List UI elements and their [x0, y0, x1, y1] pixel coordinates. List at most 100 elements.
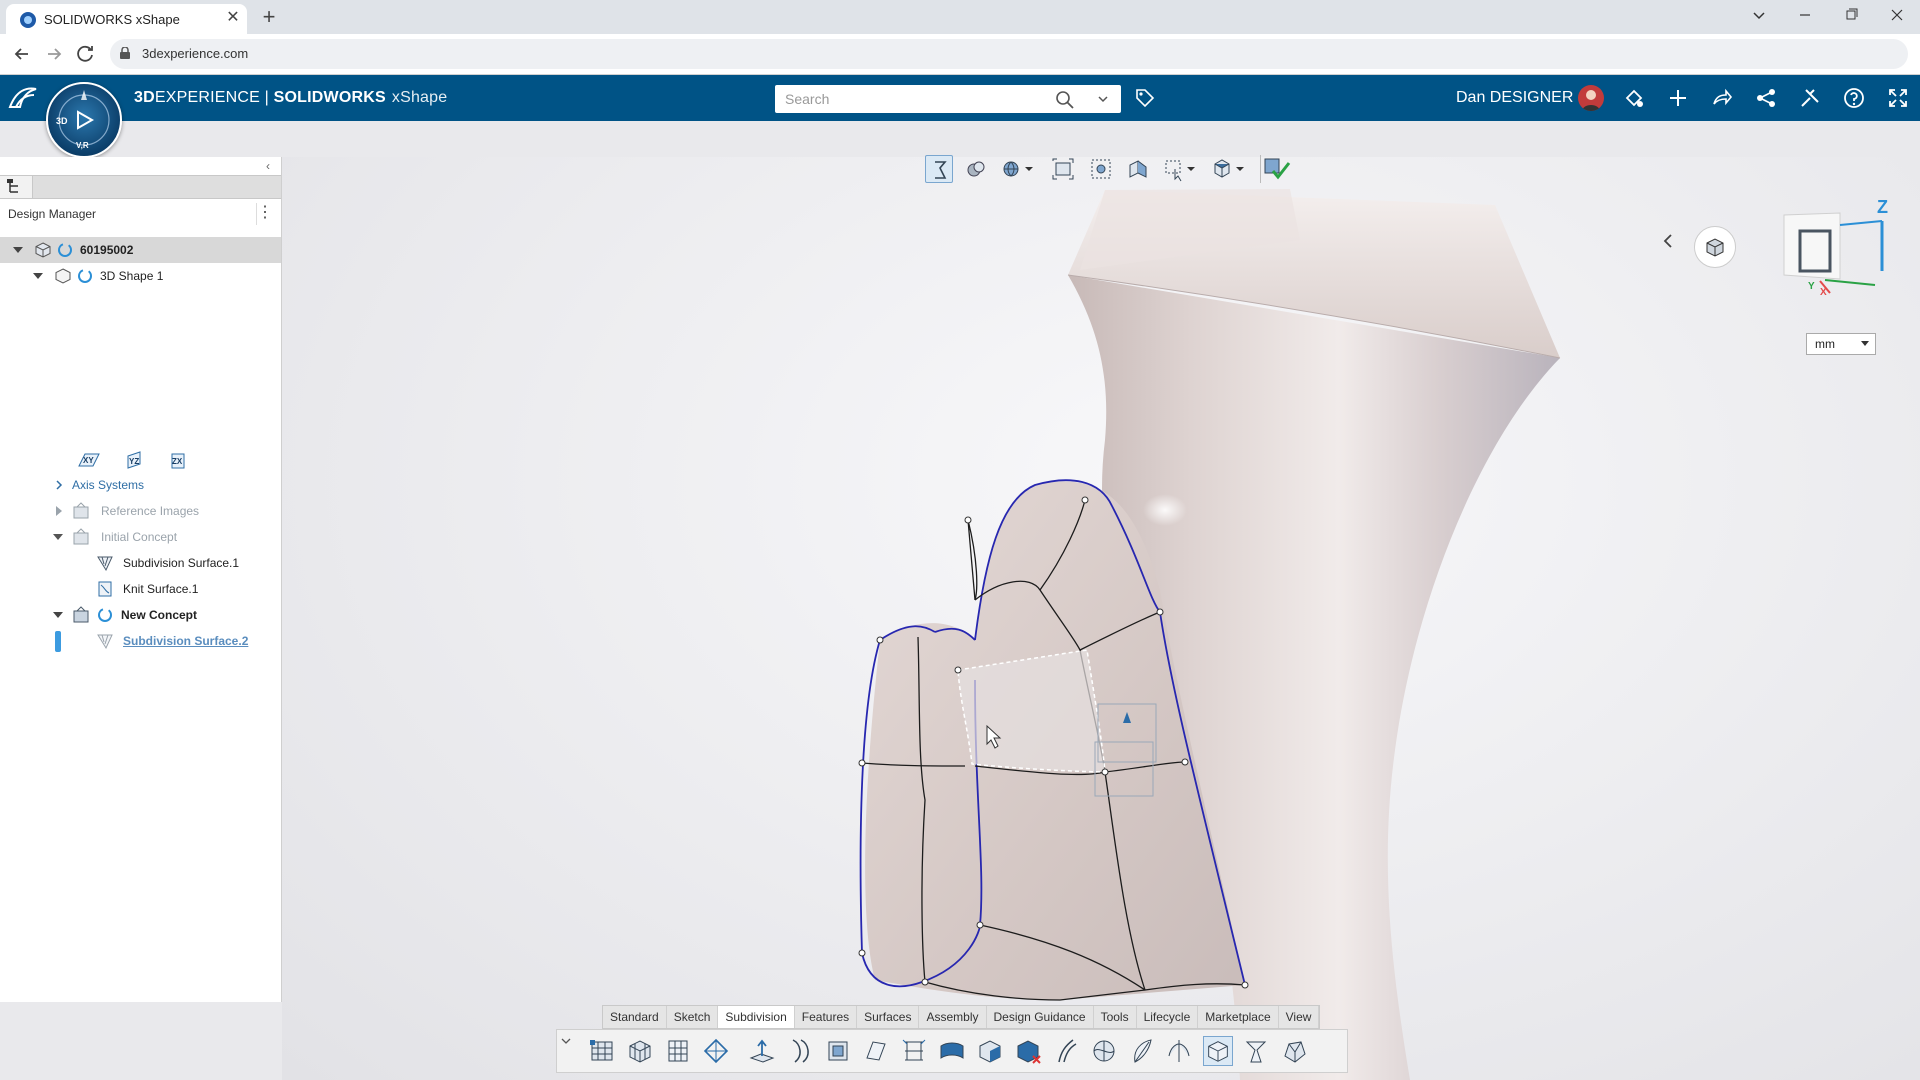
minimize-icon[interactable]	[1782, 2, 1828, 28]
compass-widget[interactable]: 3D V,R	[46, 82, 122, 158]
units-dropdown[interactable]: mm	[1806, 333, 1876, 355]
chevron-down-icon[interactable]	[1097, 93, 1109, 105]
zoom-area-button[interactable]	[1087, 155, 1115, 183]
tools-icon[interactable]	[1798, 86, 1822, 110]
expand-arrow-icon[interactable]	[53, 532, 63, 542]
user-name[interactable]: Dan DESIGNER	[1456, 89, 1573, 107]
selection-mode-button[interactable]	[1161, 155, 1195, 183]
check-validate-button[interactable]	[1260, 155, 1291, 183]
subdivision-shape-icon[interactable]	[1279, 1036, 1309, 1066]
3d-viewport[interactable]	[282, 157, 1920, 1080]
url-field[interactable]: 3dexperience.com	[110, 39, 1908, 69]
view-mode-button[interactable]	[999, 155, 1033, 183]
tab-assembly[interactable]: Assembly	[919, 1006, 987, 1028]
tree-item-initial-concept[interactable]: Initial Concept	[0, 524, 281, 550]
dassault-logo-icon[interactable]	[6, 83, 40, 113]
subdivision-plane-icon[interactable]	[587, 1036, 617, 1066]
solid-box-icon[interactable]	[975, 1036, 1005, 1066]
tree-item-label: 60195002	[80, 243, 134, 257]
tab-surfaces[interactable]: Surfaces	[857, 1006, 920, 1028]
search-input[interactable]: Search	[775, 85, 1121, 113]
bridge-icon[interactable]	[823, 1036, 853, 1066]
active-box-tool-button[interactable]	[1203, 1036, 1233, 1066]
tab-tree[interactable]	[0, 176, 33, 198]
orientation-cube-toggle[interactable]	[1694, 226, 1736, 268]
tree-item-root[interactable]: 60195002	[0, 237, 281, 263]
sphere-mirror-icon[interactable]	[1089, 1036, 1119, 1066]
avatar[interactable]	[1578, 85, 1604, 111]
tree-item-reference-images[interactable]: Reference Images	[0, 498, 281, 524]
tab-features[interactable]: Features	[795, 1006, 858, 1028]
tab-design-guidance[interactable]: Design Guidance	[987, 1006, 1094, 1028]
expand-arrow-icon[interactable]	[53, 610, 63, 620]
navigation-compass[interactable]: Z X Y	[1780, 195, 1890, 295]
tree-item-axis-systems[interactable]: Axis Systems	[0, 472, 281, 498]
yz-plane-icon[interactable]: YZ	[122, 450, 146, 470]
back-icon[interactable]	[10, 42, 34, 66]
restore-icon[interactable]	[1828, 2, 1874, 28]
xy-plane-icon[interactable]: XY	[77, 450, 101, 470]
share-social-icon[interactable]	[1622, 86, 1646, 110]
tree-item-subdivision-surface-1[interactable]: Subdivision Surface.1	[0, 550, 281, 576]
new-tab-button[interactable]: +	[256, 4, 282, 30]
search-icon[interactable]	[1055, 90, 1075, 110]
fit-all-icon	[1052, 158, 1074, 180]
tree-item-subdivision-surface-2[interactable]: Subdivision Surface.2	[0, 628, 281, 654]
extrude-face-icon[interactable]	[747, 1036, 777, 1066]
shape-icon	[55, 268, 71, 284]
collapse-panel-icon[interactable]: ‹	[266, 159, 280, 173]
subdivision-sphere-icon[interactable]	[701, 1036, 731, 1066]
edge-loop-icon[interactable]	[899, 1036, 929, 1066]
tab-marketplace[interactable]: Marketplace	[1198, 1006, 1279, 1028]
robot-tool-button[interactable]	[925, 155, 953, 183]
chevron-down-icon[interactable]	[561, 1036, 571, 1046]
network-share-icon[interactable]	[1754, 86, 1778, 110]
axis-y-label: Y	[1808, 281, 1815, 292]
tab-subdivision[interactable]: Subdivision	[718, 1006, 795, 1028]
tab-close-icon[interactable]: ✕	[224, 8, 242, 28]
close-window-icon[interactable]	[1874, 2, 1920, 28]
tab-search-chevron-icon[interactable]	[1736, 2, 1782, 28]
fill-surface-icon[interactable]	[937, 1036, 967, 1066]
add-icon[interactable]	[1666, 86, 1690, 110]
curve-face-icon[interactable]	[785, 1036, 815, 1066]
help-icon[interactable]	[1842, 86, 1866, 110]
browser-tab[interactable]: SOLIDWORKS xShape ✕	[6, 4, 247, 34]
tree-item-3d-shape[interactable]: 3D Shape 1	[0, 263, 281, 289]
tree-item-new-concept[interactable]: New Concept	[0, 602, 281, 628]
render-mode-button[interactable]	[962, 155, 990, 183]
tab-view[interactable]: View	[1279, 1006, 1320, 1028]
tree-item-knit-surface-1[interactable]: Knit Surface.1	[0, 576, 281, 602]
insert-edge-icon[interactable]	[861, 1036, 891, 1066]
expand-arrow-icon[interactable]	[13, 245, 23, 255]
leaf-surface-icon[interactable]	[1127, 1036, 1157, 1066]
tab-sketch[interactable]: Sketch	[667, 1006, 719, 1028]
symmetry-icon[interactable]	[1165, 1036, 1195, 1066]
standard-views-button[interactable]	[1210, 155, 1244, 183]
expand-arrow-icon[interactable]	[54, 506, 64, 516]
fit-all-button[interactable]	[1049, 155, 1077, 183]
expand-arrow-icon[interactable]	[54, 480, 64, 490]
panel-title: Design Manager	[8, 207, 97, 221]
forward-icon[interactable]	[42, 42, 66, 66]
subdivision-grid-icon[interactable]	[663, 1036, 693, 1066]
current-indicator	[55, 631, 61, 652]
expand-arrow-icon[interactable]	[33, 271, 43, 281]
more-options-icon[interactable]: ⋮	[256, 203, 273, 225]
crease-icon[interactable]	[1051, 1036, 1081, 1066]
render-style-icon	[967, 161, 985, 177]
robot-manipulator-icon[interactable]	[1241, 1036, 1271, 1066]
tab-tools[interactable]: Tools	[1094, 1006, 1137, 1028]
tab-lifecycle[interactable]: Lifecycle	[1137, 1006, 1199, 1028]
tag-icon[interactable]	[1134, 87, 1156, 109]
forward-share-icon[interactable]	[1710, 86, 1734, 110]
zx-plane-icon[interactable]: ZX	[166, 450, 190, 470]
delete-box-icon[interactable]	[1013, 1036, 1043, 1066]
3d-model[interactable]	[282, 157, 1920, 1080]
reload-icon[interactable]	[74, 42, 98, 66]
normal-view-button[interactable]	[1124, 155, 1152, 183]
fullscreen-icon[interactable]	[1886, 86, 1910, 110]
subdivision-box-icon[interactable]	[625, 1036, 655, 1066]
chevron-left-icon[interactable]	[1660, 232, 1676, 250]
tab-standard[interactable]: Standard	[603, 1006, 667, 1028]
